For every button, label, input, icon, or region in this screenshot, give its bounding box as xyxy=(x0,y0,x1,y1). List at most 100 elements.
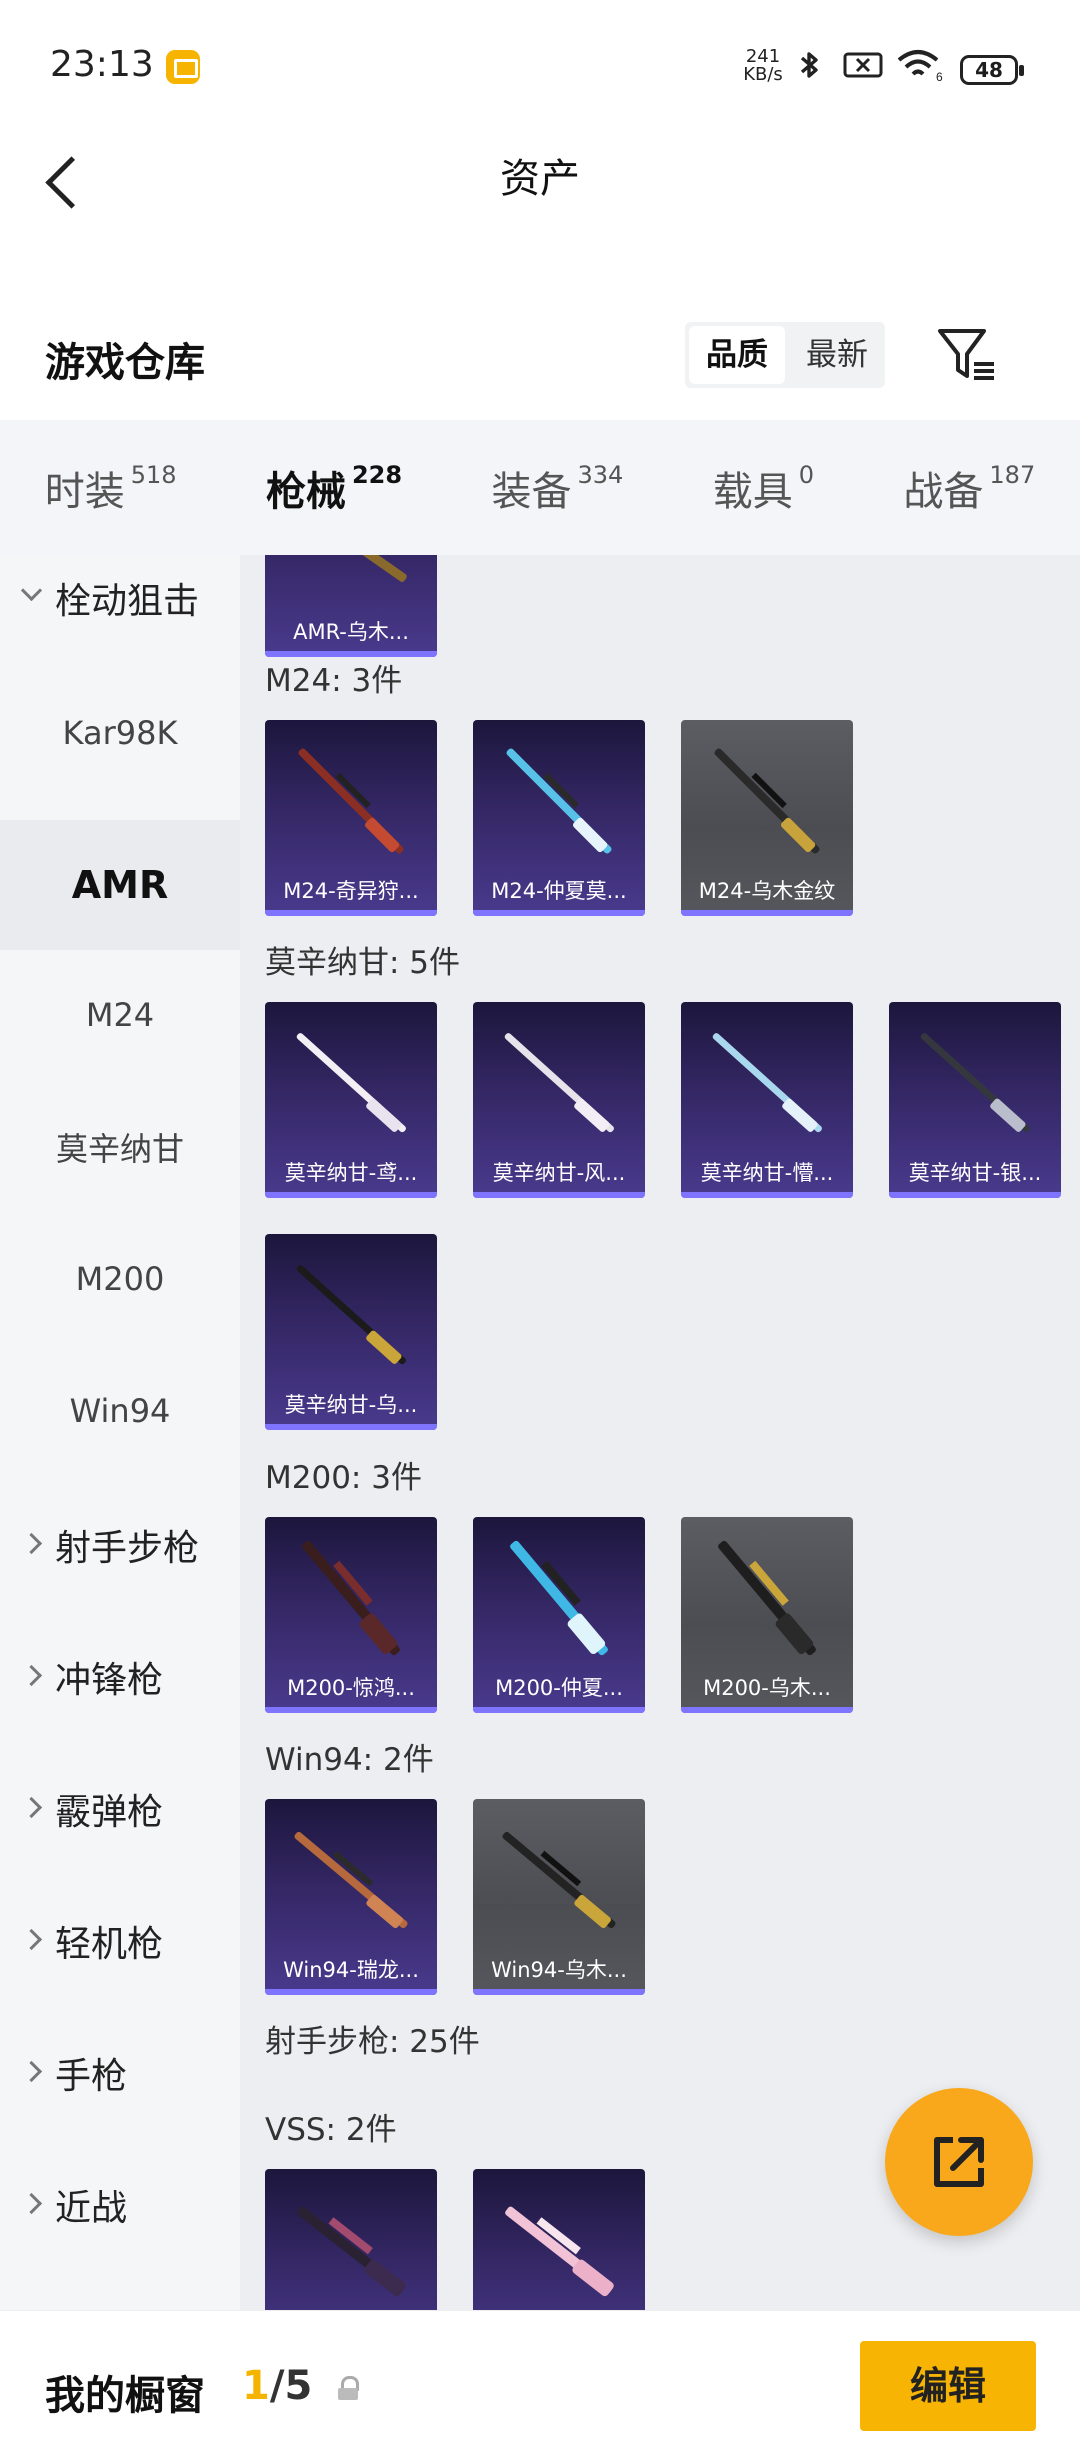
svg-text:6: 6 xyxy=(936,70,943,82)
sniper-rifle-icon xyxy=(296,1033,406,1133)
weapon-card[interactable]: M200-乌木... xyxy=(681,1517,853,1713)
weapon-name: 莫辛纳甘-风... xyxy=(492,1161,626,1185)
rarity-bar xyxy=(473,910,645,916)
tab-count: 0 xyxy=(798,460,814,489)
no-sim-icon xyxy=(842,48,884,82)
weapon-card[interactable]: M200-惊鸿... xyxy=(265,1517,437,1713)
weapon-name: Win94-乌木... xyxy=(491,1958,627,1982)
tab-label: 时装 xyxy=(44,468,125,515)
weapon-card[interactable]: M24-乌木金纹 xyxy=(681,720,853,916)
bottom-bar: 我的橱窗 1/5 编辑 xyxy=(0,2310,1080,2460)
sniper-rifle-icon xyxy=(714,748,820,854)
tab-label: 装备 xyxy=(491,468,572,515)
wifi-icon: 6 xyxy=(896,48,946,84)
sidebar-m24[interactable]: M24 xyxy=(0,950,240,1080)
weapon-name: M200-仲夏... xyxy=(495,1676,623,1700)
sidebar-mosin[interactable]: 莫辛纳甘 xyxy=(0,1082,240,1212)
weapon-name: M200-惊鸿... xyxy=(287,1676,415,1700)
tab-count: 518 xyxy=(130,460,177,489)
rarity-bar xyxy=(473,1707,645,1713)
weapon-card[interactable]: M24-奇异狩... xyxy=(265,720,437,916)
weapon-name: M24-奇异狩... xyxy=(283,879,419,903)
weapon-card[interactable]: Win94-瑞龙... xyxy=(265,1799,437,1995)
weapon-sidebar: 栓动狙击 Kar98K AMR M24 莫辛纳甘 M200 Win94 射手步枪… xyxy=(0,555,240,2310)
share-external-icon xyxy=(934,2137,984,2187)
weapon-card[interactable] xyxy=(265,2169,437,2310)
group-label-m24: M24: 3件 xyxy=(265,663,403,699)
showcase-title: 我的橱窗 xyxy=(45,2373,205,2419)
tab-vehicles[interactable]: 载具 0 xyxy=(713,459,814,517)
sniper-rifle-icon xyxy=(302,1540,400,1656)
weapon-grid: AMR-乌木... M24: 3件 M24-奇异狩... M24-仲夏莫... … xyxy=(240,555,1080,2310)
page-title: 资产 xyxy=(500,156,580,202)
weapon-card[interactable]: Win94-乌木... xyxy=(473,1799,645,1995)
sniper-rifle-icon xyxy=(502,1831,616,1929)
weapon-card[interactable]: 莫辛纳甘-鸢... xyxy=(265,1002,437,1198)
group-label-win94: Win94: 2件 xyxy=(265,1742,434,1778)
rarity-bar xyxy=(265,910,437,916)
weapon-name: M24-乌木金纹 xyxy=(698,879,836,903)
sidebar-win94[interactable]: Win94 xyxy=(0,1346,240,1476)
rarity-bar xyxy=(265,1707,437,1713)
weapon-name: AMR-乌木... xyxy=(293,620,409,644)
filter-icon[interactable] xyxy=(936,326,998,384)
category-tabs: 时装 518 枪械 228 装备 334 载具 0 战备 187 xyxy=(0,420,1080,571)
weapon-name: Win94-瑞龙... xyxy=(283,1958,419,1982)
weapon-card[interactable]: 莫辛纳甘-银... xyxy=(889,1002,1061,1198)
share-fab[interactable] xyxy=(885,2088,1033,2236)
rarity-bar xyxy=(681,910,853,916)
weapon-card[interactable] xyxy=(473,2169,645,2310)
tab-label: 载具 xyxy=(712,468,793,515)
tab-count: 334 xyxy=(577,460,624,489)
group-label-dmr: 射手步枪: 25件 xyxy=(265,2024,480,2060)
group-label-m200: M200: 3件 xyxy=(265,1460,422,1496)
sort-latest[interactable]: 最新 xyxy=(789,322,885,388)
weapon-card[interactable]: M200-仲夏... xyxy=(473,1517,645,1713)
weapon-card[interactable]: 莫辛纳甘-乌... xyxy=(265,1234,437,1430)
weapon-name: M200-乌木... xyxy=(703,1676,831,1700)
rarity-bar xyxy=(473,1192,645,1198)
sniper-rifle-icon xyxy=(297,2206,406,2297)
battery-indicator: 48 xyxy=(960,55,1024,85)
tab-label: 枪械 xyxy=(265,468,346,515)
tab-supplies[interactable]: 战备 187 xyxy=(903,459,1035,517)
rarity-bar xyxy=(265,1424,437,1430)
weapon-card[interactable]: M24-仲夏莫... xyxy=(473,720,645,916)
sidebar-bolt-sniper[interactable]: 栓动狙击 xyxy=(0,555,240,663)
rarity-bar xyxy=(473,1989,645,1995)
status-time: 23:13 xyxy=(50,44,154,85)
sidebar-amr[interactable]: AMR xyxy=(0,820,240,950)
sidebar-smg[interactable]: 冲锋枪 xyxy=(0,1612,240,1742)
net-speed-unit: KB/s xyxy=(743,64,783,85)
tab-label: 战备 xyxy=(903,468,984,515)
sidebar-dmr[interactable]: 射手步枪 xyxy=(0,1480,240,1610)
sidebar-kar98k[interactable]: Kar98K xyxy=(0,668,240,798)
sidebar-pistol[interactable]: 手枪 xyxy=(0,2008,240,2138)
rarity-bar xyxy=(265,1989,437,1995)
group-label-mosin: 莫辛纳甘: 5件 xyxy=(265,945,461,981)
sort-quality[interactable]: 品质 xyxy=(689,326,785,384)
sidebar-lmg[interactable]: 轻机枪 xyxy=(0,1876,240,2006)
bluetooth-icon xyxy=(792,48,826,82)
tab-equipment[interactable]: 装备 334 xyxy=(491,459,623,517)
showcase-total: /5 xyxy=(269,2363,313,2409)
sniper-rifle-icon xyxy=(298,748,404,854)
weapon-card[interactable]: 莫辛纳甘-风... xyxy=(473,1002,645,1198)
tab-count: 187 xyxy=(989,460,1036,489)
weapon-card[interactable]: 莫辛纳甘-懵... xyxy=(681,1002,853,1198)
sniper-rifle-icon xyxy=(510,1540,608,1656)
edit-button[interactable]: 编辑 xyxy=(860,2341,1036,2431)
sidebar-melee[interactable]: 近战 xyxy=(0,2140,240,2270)
weapon-card[interactable]: AMR-乌木... xyxy=(265,555,437,657)
sniper-rifle-icon xyxy=(294,1831,408,1929)
group-label-vss: VSS: 2件 xyxy=(265,2112,397,2148)
status-bar: 23:13 241 KB/s 6 48 xyxy=(0,0,1080,140)
net-speed: 241 KB/s xyxy=(740,48,786,84)
tab-fashion[interactable]: 时装 518 xyxy=(45,459,177,517)
sniper-rifle-icon xyxy=(712,1033,822,1133)
sidebar-m200[interactable]: M200 xyxy=(0,1214,240,1344)
sniper-rifle-icon xyxy=(505,2206,614,2297)
sidebar-shotgun[interactable]: 霰弹枪 xyxy=(0,1744,240,1874)
tab-firearms[interactable]: 枪械 228 xyxy=(265,459,402,571)
app-root: 23:13 241 KB/s 6 48 资产 游戏仓库 品质 最新 时装 518 … xyxy=(0,0,1080,2460)
